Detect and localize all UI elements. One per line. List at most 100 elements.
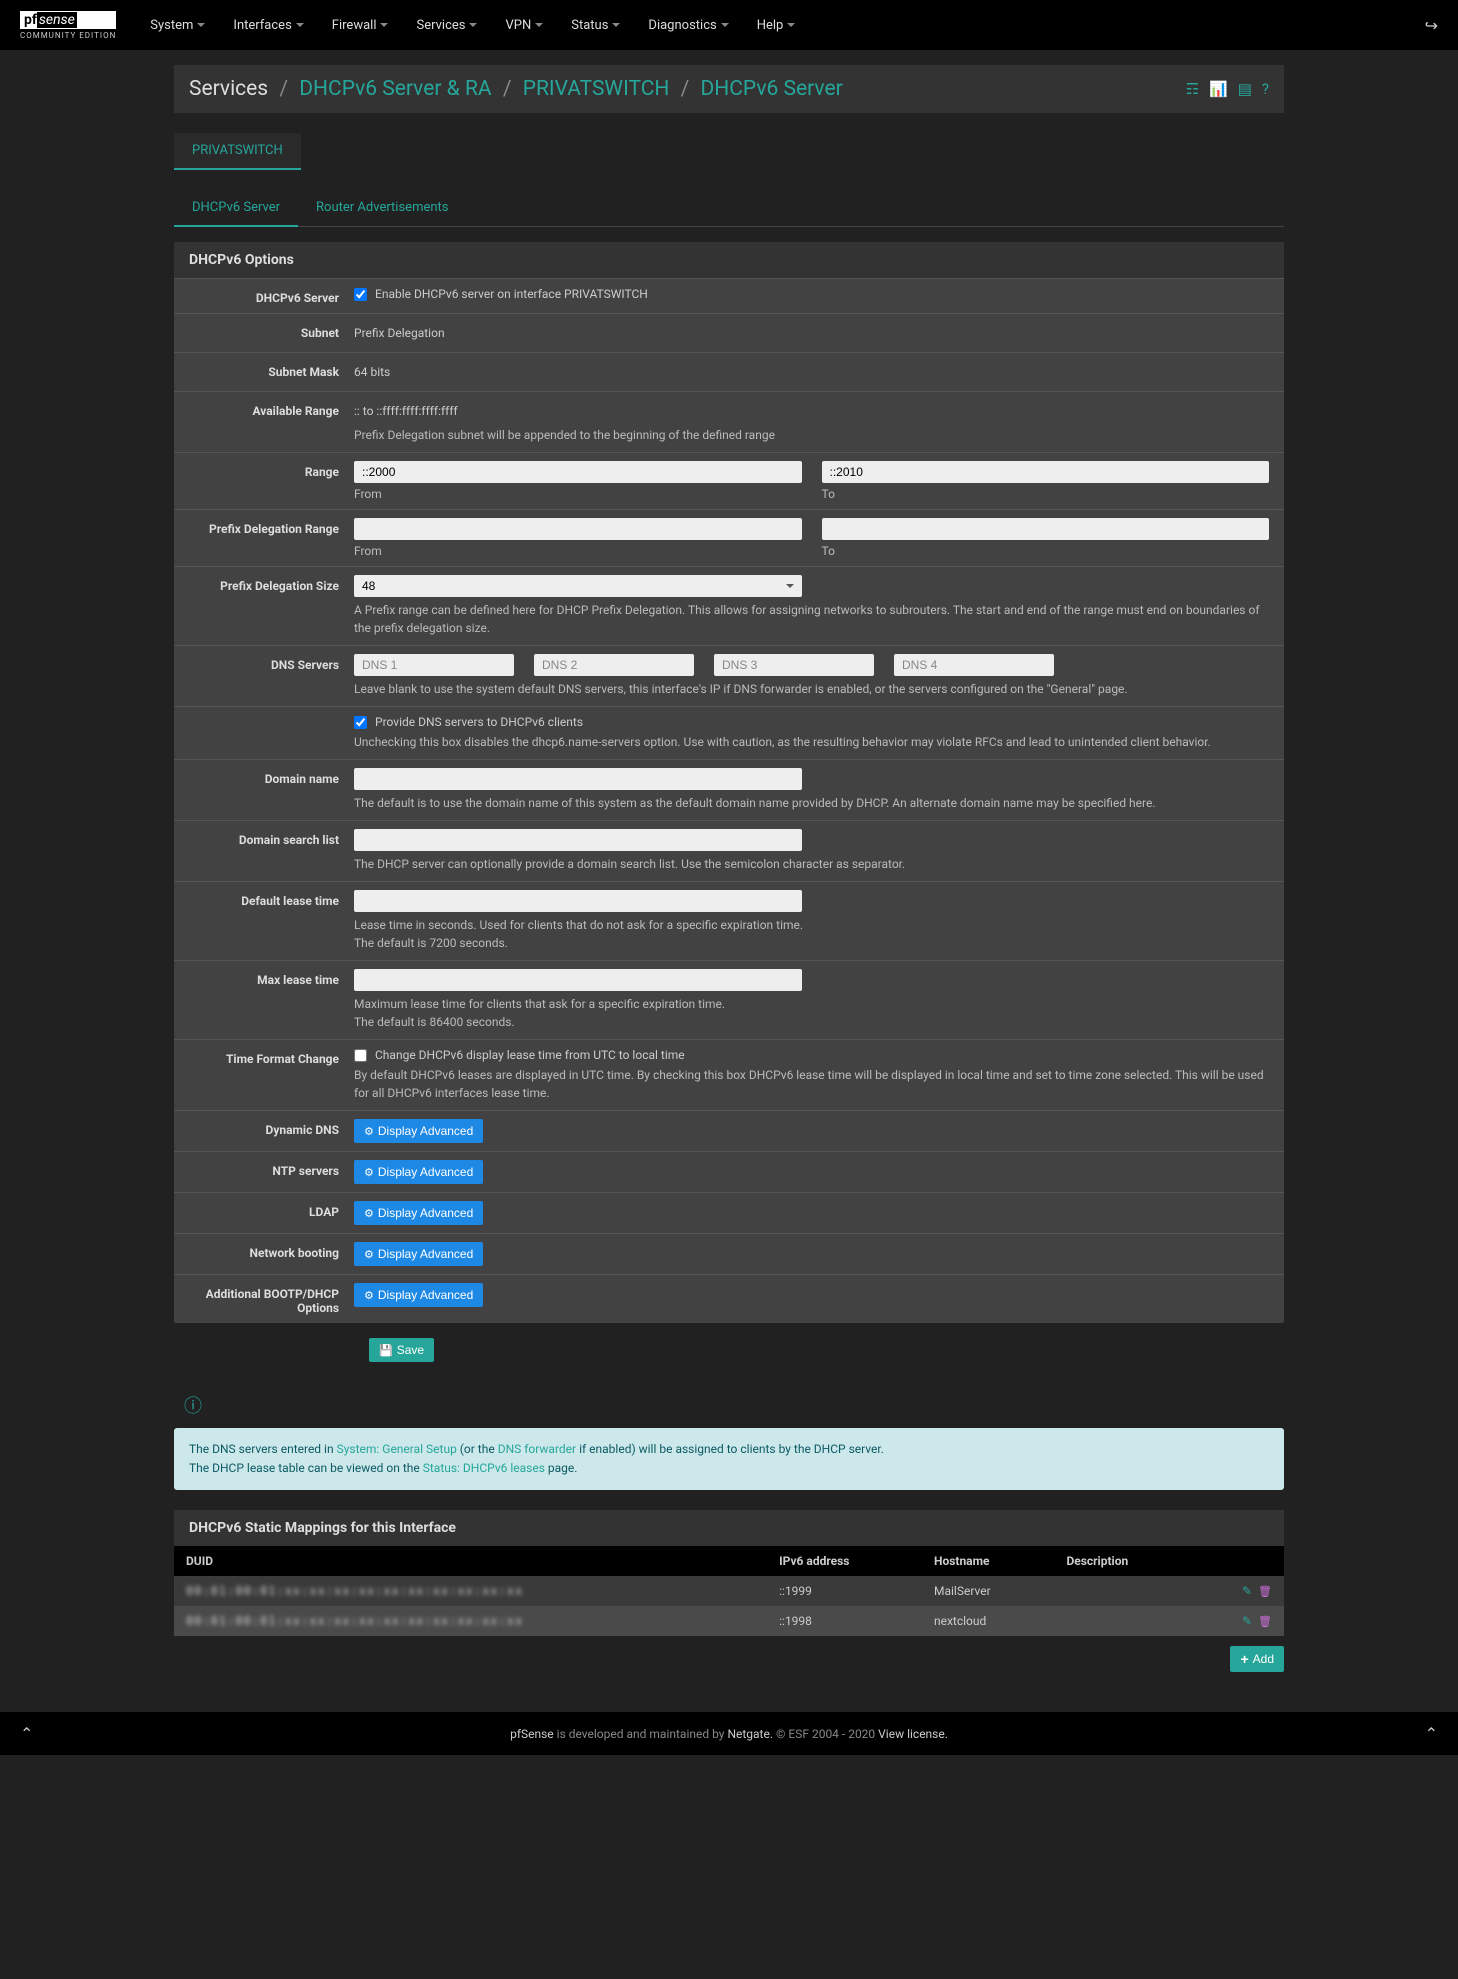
dns2-input[interactable] xyxy=(534,654,694,676)
tab-dhcpv6-server[interactable]: DHCPv6 Server xyxy=(174,190,298,227)
static-mappings-table: DUID IPv6 address Hostname Description 0… xyxy=(174,1546,1284,1636)
link-dns-forwarder[interactable]: DNS forwarder xyxy=(498,1442,576,1456)
add-mapping-button[interactable]: Add xyxy=(1230,1646,1284,1672)
logout-icon[interactable]: ↪ xyxy=(1425,16,1438,35)
netboot-advanced-button[interactable]: Display Advanced xyxy=(354,1242,483,1266)
footer-pfsense-link[interactable]: pfSense xyxy=(510,1727,554,1741)
provide-dns-checkbox[interactable] xyxy=(354,716,367,729)
range-to-input[interactable] xyxy=(822,461,1270,483)
label-available-range: Available Range xyxy=(174,400,354,444)
label-bootp: Additional BOOTP/DHCP Options xyxy=(174,1283,354,1315)
col-hostname: Hostname xyxy=(922,1546,1054,1576)
panel-heading: DHCPv6 Options xyxy=(174,242,1284,278)
nav-status[interactable]: Status xyxy=(557,18,634,33)
link-status-leases[interactable]: Status: DHCPv6 leases xyxy=(423,1461,545,1475)
link-system-general[interactable]: System: General Setup xyxy=(337,1442,457,1456)
pd-range-to-input[interactable] xyxy=(822,518,1270,540)
breadcrumb-page[interactable]: DHCPv6 Server xyxy=(700,77,842,101)
label-subnet-mask: Subnet Mask xyxy=(174,361,354,383)
ip-value: ::1999 xyxy=(767,1576,922,1606)
ip-value: ::1998 xyxy=(767,1606,922,1636)
caret-down-icon xyxy=(197,23,205,27)
nav-system[interactable]: System xyxy=(136,18,219,33)
provide-dns-label: Provide DNS servers to DHCPv6 clients xyxy=(375,715,583,729)
subnet-mask-value: 64 bits xyxy=(354,361,1269,383)
search-help: The DHCP server can optionally provide a… xyxy=(354,855,1269,873)
breadcrumb: Services / DHCPv6 Server & RA / PRIVATSW… xyxy=(189,77,843,101)
pd-size-select[interactable]: 48 xyxy=(354,575,802,597)
breadcrumb-services[interactable]: Services xyxy=(189,77,268,101)
enable-label: Enable DHCPv6 server on interface PRIVAT… xyxy=(375,287,648,301)
breadcrumb-panel: Services / DHCPv6 Server & RA / PRIVATSW… xyxy=(174,65,1284,113)
info-alert: The DNS servers entered in System: Gener… xyxy=(174,1428,1284,1490)
desc-value xyxy=(1054,1606,1195,1636)
max-lease-input[interactable] xyxy=(354,969,802,991)
edit-icon[interactable] xyxy=(1242,1614,1252,1628)
available-range-help: Prefix Delegation subnet will be appende… xyxy=(354,426,1269,444)
to-label: To xyxy=(822,544,1270,558)
interface-tab-privatswitch[interactable]: PRIVATSWITCH xyxy=(174,133,301,170)
dns-help: Leave blank to use the system default DN… xyxy=(354,680,1269,698)
nav-firewall[interactable]: Firewall xyxy=(318,18,403,33)
dns4-input[interactable] xyxy=(894,654,1054,676)
scroll-top-icon[interactable]: ⌃ xyxy=(1425,1724,1438,1743)
edit-icon[interactable] xyxy=(1242,1584,1252,1598)
pd-range-from-input[interactable] xyxy=(354,518,802,540)
domain-search-input[interactable] xyxy=(354,829,802,851)
info-icon: ⓘ xyxy=(184,1392,202,1418)
nav-interfaces[interactable]: Interfaces xyxy=(219,18,317,33)
label-ddns: Dynamic DNS xyxy=(174,1119,354,1143)
ntp-advanced-button[interactable]: Display Advanced xyxy=(354,1160,483,1184)
ddns-advanced-button[interactable]: Display Advanced xyxy=(354,1119,483,1143)
save-button[interactable]: Save xyxy=(369,1338,434,1362)
duid-value: 00:01:00:01:xx:xx:xx:xx:xx:xx:xx:xx:xx:x… xyxy=(186,1614,523,1628)
label-max-lease: Max lease time xyxy=(174,969,354,1031)
label-subnet: Subnet xyxy=(174,322,354,344)
bootp-advanced-button[interactable]: Display Advanced xyxy=(354,1283,483,1307)
label-ntp: NTP servers xyxy=(174,1160,354,1184)
help-icon[interactable]: ? xyxy=(1262,80,1269,98)
col-duid: DUID xyxy=(174,1546,767,1576)
enable-dhcpv6-checkbox[interactable] xyxy=(354,288,367,301)
caret-down-icon xyxy=(612,23,620,27)
footer-netgate-link[interactable]: Netgate. xyxy=(727,1727,773,1741)
label-time-format: Time Format Change xyxy=(174,1048,354,1102)
dns1-input[interactable] xyxy=(354,654,514,676)
ldap-advanced-button[interactable]: Display Advanced xyxy=(354,1201,483,1225)
available-range-value: :: to ::ffff:ffff:ffff:ffff xyxy=(354,400,1269,422)
nav-diagnostics[interactable]: Diagnostics xyxy=(634,18,742,33)
nav-menu: System Interfaces Firewall Services VPN … xyxy=(136,18,809,33)
table-row: 00:01:00:01:xx:xx:xx:xx:xx:xx:xx:xx:xx:x… xyxy=(174,1606,1284,1636)
range-from-input[interactable] xyxy=(354,461,802,483)
scroll-top-icon[interactable]: ⌃ xyxy=(20,1724,33,1743)
time-format-checkbox[interactable] xyxy=(354,1049,367,1062)
log-icon[interactable]: ▤ xyxy=(1238,80,1252,98)
bar-chart-icon[interactable]: 📊 xyxy=(1209,80,1228,98)
time-format-help: By default DHCPv6 leases are displayed i… xyxy=(354,1066,1269,1102)
nav-help[interactable]: Help xyxy=(743,18,810,33)
breadcrumb-interface[interactable]: PRIVATSWITCH xyxy=(523,77,670,101)
default-lease-input[interactable] xyxy=(354,890,802,912)
domain-name-input[interactable] xyxy=(354,768,802,790)
delete-icon[interactable] xyxy=(1258,1614,1272,1628)
gear-icon xyxy=(364,1206,374,1220)
sliders-icon[interactable]: ☶ xyxy=(1186,80,1199,98)
gear-icon xyxy=(364,1124,374,1138)
hostname-value: nextcloud xyxy=(922,1606,1054,1636)
col-description: Description xyxy=(1054,1546,1195,1576)
delete-icon[interactable] xyxy=(1258,1584,1272,1598)
nav-vpn[interactable]: VPN xyxy=(491,18,557,33)
breadcrumb-dhcpv6ra[interactable]: DHCPv6 Server & RA xyxy=(299,77,491,101)
label-dhcp-server: DHCPv6 Server xyxy=(174,287,354,305)
caret-down-icon xyxy=(380,23,388,27)
dns3-input[interactable] xyxy=(714,654,874,676)
tab-router-advertisements[interactable]: Router Advertisements xyxy=(298,190,466,226)
footer-license-link[interactable]: View license. xyxy=(878,1727,948,1741)
domain-help: The default is to use the domain name of… xyxy=(354,794,1269,812)
logo[interactable]: pfsense COMMUNITY EDITION xyxy=(20,11,116,40)
duid-value: 00:01:00:01:xx:xx:xx:xx:xx:xx:xx:xx:xx:x… xyxy=(186,1584,523,1598)
nav-services[interactable]: Services xyxy=(402,18,491,33)
caret-down-icon xyxy=(296,23,304,27)
label-domain-search: Domain search list xyxy=(174,829,354,873)
caret-down-icon xyxy=(721,23,729,27)
